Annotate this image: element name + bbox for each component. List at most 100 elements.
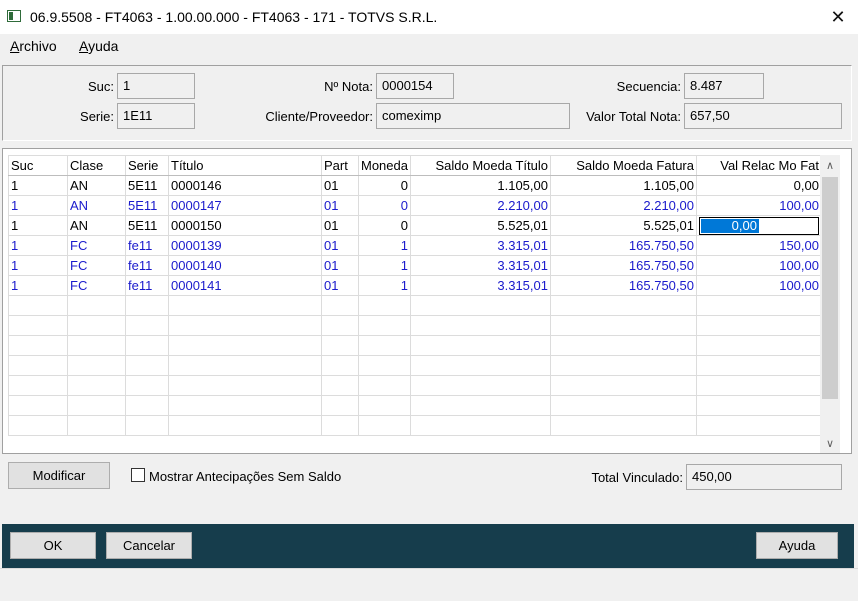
cell-val-relac[interactable]: 150,00 (695, 235, 822, 256)
nota-field[interactable]: 0000154 (376, 73, 454, 99)
empty-row (8, 355, 822, 376)
cell-clase: AN (67, 195, 126, 216)
window-title: 06.9.5508 - FT4063 - 1.00.00.000 - FT406… (30, 9, 438, 25)
cell-val-relac-editing[interactable]: 0,00 (695, 215, 822, 236)
val-relac-input-text: 0,00 (700, 218, 759, 233)
cell-saldo-fatura: 5.525,01 (549, 215, 697, 236)
cell-clase: AN (67, 215, 126, 236)
cell-moneda: 0 (358, 215, 411, 236)
empty-row (8, 335, 822, 356)
cell-part: 01 (321, 195, 359, 216)
cell-part: 01 (321, 215, 359, 236)
total-vinculado-field[interactable]: 450,00 (686, 464, 842, 490)
menu-archivo-label: rchivo (19, 38, 57, 54)
cell-saldo-titulo: 5.525,01 (409, 215, 551, 236)
col-moneda[interactable]: Moneda (358, 155, 411, 176)
cell-saldo-fatura: 1.105,00 (549, 175, 697, 196)
empty-row (8, 295, 822, 316)
col-part[interactable]: Part (321, 155, 359, 176)
menu-ayuda-label: yuda (88, 38, 119, 54)
menu-archivo[interactable]: Archivo (10, 38, 57, 54)
cell-saldo-fatura: 165.750,50 (549, 235, 697, 256)
cell-saldo-titulo: 3.315,01 (409, 255, 551, 276)
cell-serie: fe11 (125, 235, 169, 256)
col-clase[interactable]: Clase (67, 155, 126, 176)
col-val-relac[interactable]: Val Relac Mo Fat (695, 155, 822, 176)
cell-clase: FC (67, 255, 126, 276)
col-serie[interactable]: Serie (125, 155, 169, 176)
cliente-label: Cliente/Proveedor: (265, 109, 373, 124)
table-row[interactable]: 1 FC fe11 0000140 01 1 3.315,01 165.750,… (8, 255, 822, 276)
cell-saldo-fatura: 2.210,00 (549, 195, 697, 216)
close-button[interactable]: ✕ (820, 2, 856, 32)
cell-moneda: 1 (358, 235, 411, 256)
cell-part: 01 (321, 235, 359, 256)
cell-moneda: 1 (358, 255, 411, 276)
cell-saldo-titulo: 2.210,00 (409, 195, 551, 216)
cell-titulo: 0000140 (168, 255, 322, 276)
table-row[interactable]: 1 AN 5E11 0000150 01 0 5.525,01 5.525,01… (8, 215, 822, 236)
col-suc[interactable]: Suc (8, 155, 68, 176)
table-row[interactable]: 1 FC fe11 0000139 01 1 3.315,01 165.750,… (8, 235, 822, 256)
titles-grid: Suc Clase Serie Título Part Moneda Saldo… (8, 155, 822, 436)
menu-bar (0, 34, 858, 58)
cell-val-relac[interactable]: 100,00 (695, 195, 822, 216)
cell-val-relac[interactable]: 0,00 (695, 175, 822, 196)
cell-titulo: 0000139 (168, 235, 322, 256)
cancelar-button[interactable]: Cancelar (106, 532, 192, 559)
mostrar-antecipacoes-checkbox[interactable] (131, 468, 145, 482)
cell-part: 01 (321, 255, 359, 276)
col-saldo-fatura[interactable]: Saldo Moeda Fatura (549, 155, 697, 176)
ayuda-button[interactable]: Ayuda (756, 532, 838, 559)
cell-titulo: 0000141 (168, 275, 322, 296)
cell-titulo: 0000147 (168, 195, 322, 216)
scroll-down-icon[interactable]: ∨ (820, 433, 840, 453)
grid-scrollbar[interactable]: ∧ ∨ (820, 155, 840, 453)
scrollbar-thumb[interactable] (822, 177, 838, 399)
cell-saldo-titulo: 3.315,01 (409, 235, 551, 256)
cell-suc: 1 (8, 175, 68, 196)
cell-suc: 1 (8, 235, 68, 256)
menu-ayuda[interactable]: Ayuda (79, 38, 118, 54)
cliente-field[interactable]: comeximp (376, 103, 570, 129)
secuencia-label: Secuencia: (616, 79, 681, 94)
cell-moneda: 0 (358, 175, 411, 196)
menu-archivo-mnemonic: A (10, 38, 20, 54)
modificar-button[interactable]: Modificar (8, 462, 110, 489)
cell-serie: 5E11 (125, 195, 169, 216)
table-row[interactable]: 1 FC fe11 0000141 01 1 3.315,01 165.750,… (8, 275, 822, 296)
cell-val-relac[interactable]: 100,00 (695, 275, 822, 296)
nota-label: Nº Nota: (324, 79, 373, 94)
table-row[interactable]: 1 AN 5E11 0000146 01 0 1.105,00 1.105,00… (8, 175, 822, 196)
cell-titulo: 0000146 (168, 175, 322, 196)
cell-titulo: 0000150 (168, 215, 322, 236)
cell-saldo-fatura: 165.750,50 (549, 255, 697, 276)
mostrar-antecipacoes-label[interactable]: Mostrar Antecipações Sem Saldo (149, 469, 341, 484)
empty-row (8, 415, 822, 436)
grid-header: Suc Clase Serie Título Part Moneda Saldo… (8, 155, 822, 176)
serie-label: Serie: (80, 109, 114, 124)
app-icon (7, 10, 21, 22)
cell-suc: 1 (8, 255, 68, 276)
valor-total-label: Valor Total Nota: (586, 109, 681, 124)
col-saldo-titulo[interactable]: Saldo Moeda Título (409, 155, 551, 176)
cell-clase: AN (67, 175, 126, 196)
ok-button[interactable]: OK (10, 532, 96, 559)
cell-suc: 1 (8, 195, 68, 216)
col-titulo[interactable]: Título (168, 155, 322, 176)
cell-serie: 5E11 (125, 175, 169, 196)
suc-label: Suc: (87, 79, 114, 94)
cell-part: 01 (321, 275, 359, 296)
scroll-up-icon[interactable]: ∧ (820, 155, 840, 175)
cell-serie: fe11 (125, 275, 169, 296)
cell-serie: 5E11 (125, 215, 169, 236)
cell-suc: 1 (8, 275, 68, 296)
suc-field[interactable]: 1 (117, 73, 195, 99)
table-row[interactable]: 1 AN 5E11 0000147 01 0 2.210,00 2.210,00… (8, 195, 822, 216)
cell-val-relac[interactable]: 100,00 (695, 255, 822, 276)
serie-field[interactable]: 1E11 (117, 103, 195, 129)
secuencia-field[interactable]: 8.487 (684, 73, 764, 99)
valor-total-field[interactable]: 657,50 (684, 103, 842, 129)
cell-saldo-titulo: 3.315,01 (409, 275, 551, 296)
val-relac-input[interactable]: 0,00 (698, 216, 819, 235)
